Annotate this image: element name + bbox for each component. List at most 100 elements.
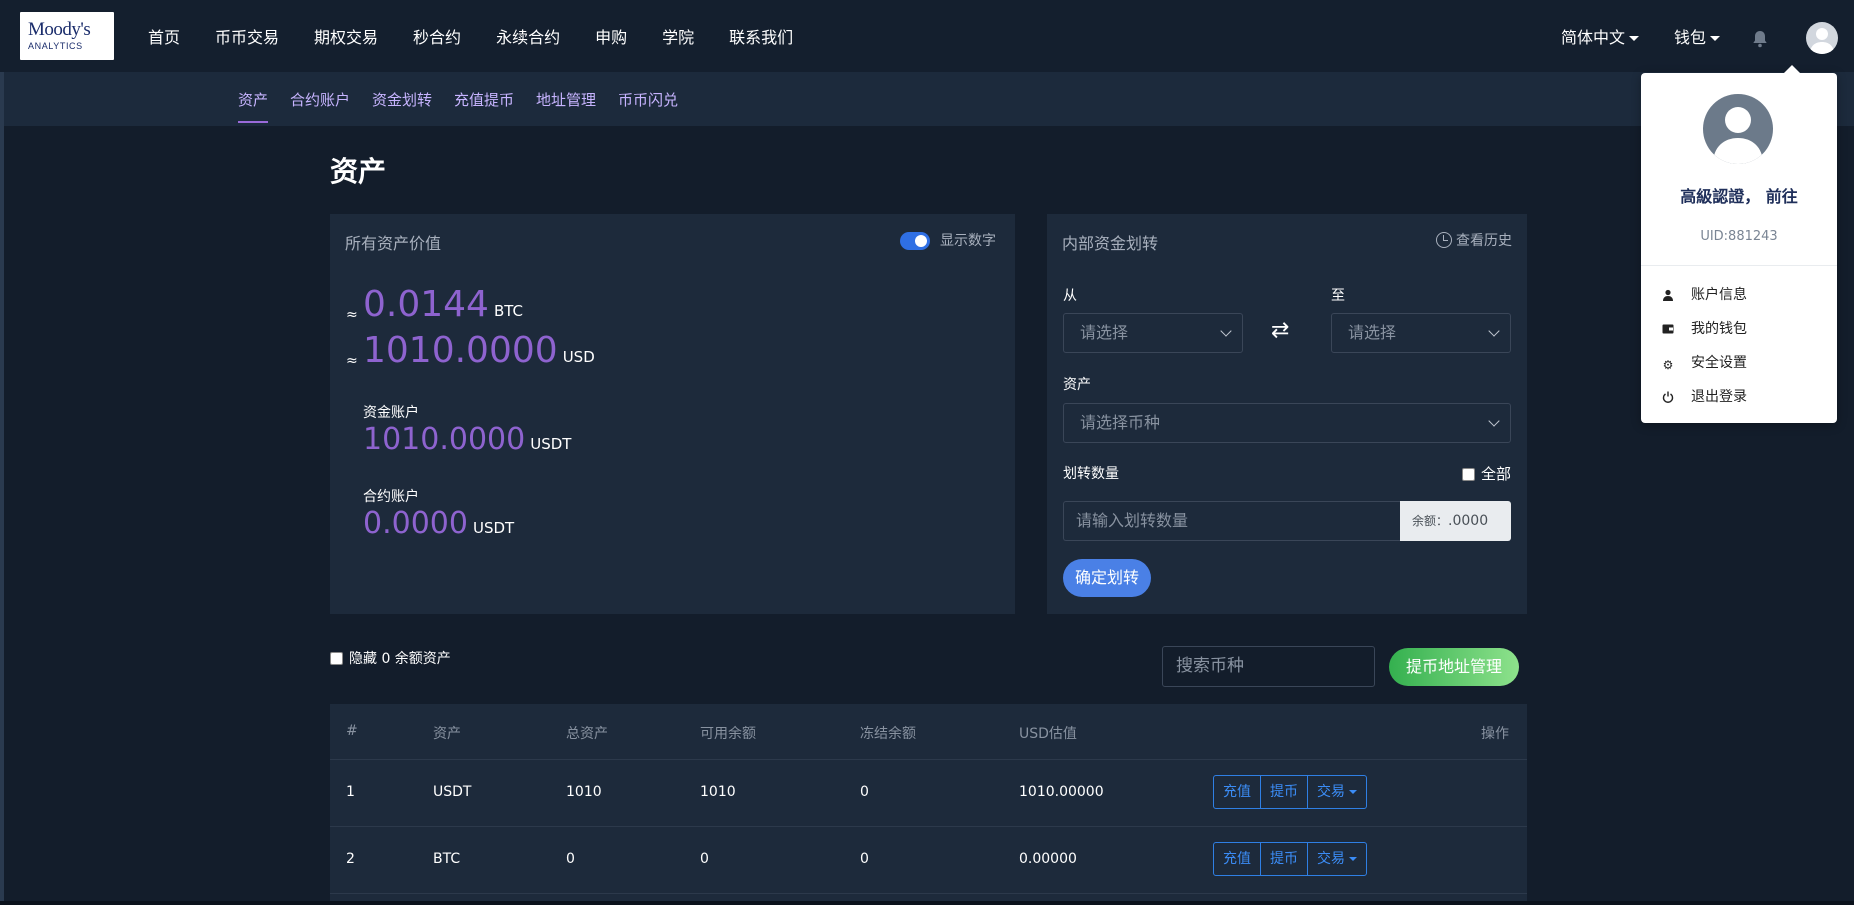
nav-item-home[interactable]: 首页 [148, 24, 180, 48]
wallet-label: 钱包 [1674, 28, 1707, 47]
advanced-verification-link[interactable]: 高級認證， 前往 [1641, 183, 1837, 207]
subnav-item-fund-transfer[interactable]: 资金划转 [372, 89, 432, 110]
fund-account-balance: 1010.0000 USDT [363, 422, 571, 457]
sub-navbar: 资产 合约账户 资金划转 充值提币 地址管理 币币闪兑 [4, 72, 1854, 126]
trade-dropdown-button[interactable]: 交易 [1308, 843, 1366, 875]
view-history-label: 查看历史 [1456, 233, 1512, 249]
btc-total: 0.0144 BTC [363, 284, 523, 325]
menu-item-label: 退出登录 [1691, 389, 1747, 405]
menu-item-label: 账户信息 [1691, 287, 1747, 303]
row-frozen: 0 [860, 851, 869, 867]
asset-select[interactable]: 请选择币种 [1063, 403, 1511, 443]
trade-label: 交易 [1317, 784, 1345, 800]
show-numbers-label: 显示数字 [940, 233, 996, 249]
brand-logo[interactable]: Moody's ANALYTICS [20, 12, 114, 60]
coin-search-input[interactable]: 搜索币种 [1162, 646, 1375, 687]
row-index: 2 [346, 851, 355, 867]
withdraw-button[interactable]: 提币 [1261, 843, 1308, 875]
usd-total-value: 1010.0000 [363, 330, 558, 371]
balance-value: .0000 [1448, 513, 1489, 529]
all-checkbox-wrapper[interactable]: 全部 [1461, 463, 1511, 484]
coin-search-placeholder: 搜索币种 [1176, 656, 1244, 676]
fund-account-unit: USDT [530, 435, 572, 453]
contract-account-balance: 0.0000 USDT [363, 506, 514, 541]
approx-symbol: ≈ [346, 353, 358, 369]
withdraw-address-management-button[interactable]: 提币地址管理 [1389, 648, 1519, 686]
contract-account-label: 合约账户 [363, 489, 419, 505]
nav-item-subscribe[interactable]: 申购 [595, 24, 627, 48]
withdraw-button[interactable]: 提币 [1261, 776, 1308, 808]
transfer-card-title: 内部资金划转 [1062, 234, 1159, 253]
top-navbar: Moody's ANALYTICS 首页 币币交易 期权交易 秒合约 永续合约 … [0, 0, 1854, 72]
deposit-button[interactable]: 充值 [1214, 843, 1261, 875]
menu-item-my-wallet[interactable]: 我的钱包 [1661, 318, 1747, 338]
menu-item-logout[interactable]: 退出登录 [1661, 386, 1747, 406]
swap-arrows-icon[interactable]: ⇄ [1271, 318, 1289, 343]
menu-item-label: 安全设置 [1691, 355, 1747, 371]
assets-table: # 资产 总资产 可用余额 冻结余额 USD估值 操作 1 USDT 1010 … [330, 704, 1527, 905]
caret-down-icon [1349, 857, 1357, 861]
hide-zero-checkbox[interactable] [330, 652, 343, 665]
nav-item-contact[interactable]: 联系我们 [729, 24, 793, 48]
column-header-frozen: 冻结余额 [860, 726, 916, 742]
row-total: 0 [566, 851, 575, 867]
balance-addon: 余额：.0000 [1400, 501, 1511, 541]
from-label: 从 [1063, 288, 1077, 304]
from-account-placeholder: 请选择 [1080, 323, 1129, 342]
subnav-item-address-management[interactable]: 地址管理 [536, 89, 596, 110]
hide-zero-balance[interactable]: 隐藏 0 余额资产 [330, 648, 451, 668]
nav-item-perpetual[interactable]: 永续合约 [496, 24, 560, 48]
table-row: 2 BTC 0 0 0 0.00000 充值 提币 交易 [330, 827, 1527, 894]
menu-item-label: 我的钱包 [1691, 321, 1747, 337]
subnav-item-assets[interactable]: 资产 [238, 89, 269, 123]
bell-icon[interactable] [1752, 30, 1768, 48]
show-numbers-toggle[interactable] [900, 232, 930, 250]
row-available: 1010 [700, 784, 736, 800]
row-actions: 充值 提币 交易 [1213, 842, 1367, 876]
usd-total: 1010.0000 USD [363, 330, 595, 371]
nav-item-academy[interactable]: 学院 [662, 24, 694, 48]
subnav-item-deposit-withdraw[interactable]: 充值提币 [454, 89, 514, 110]
row-asset: USDT [433, 784, 472, 800]
caret-down-icon [1629, 36, 1640, 41]
approx-symbol: ≈ [346, 307, 358, 323]
nav-item-options[interactable]: 期权交易 [314, 24, 378, 48]
contract-account-value: 0.0000 [363, 506, 468, 541]
dropdown-avatar [1703, 94, 1773, 164]
transfer-amount-input[interactable]: 请输入划转数量 [1063, 501, 1400, 541]
deposit-button[interactable]: 充值 [1214, 776, 1261, 808]
page-title: 资产 [330, 155, 387, 188]
trade-dropdown-button[interactable]: 交易 [1308, 776, 1366, 808]
caret-down-icon [1349, 790, 1357, 794]
usd-unit: USD [562, 348, 595, 366]
confirm-transfer-button[interactable]: 确定划转 [1063, 559, 1152, 597]
nav-item-spot[interactable]: 币币交易 [215, 24, 279, 48]
column-header-available: 可用余额 [700, 726, 756, 742]
all-checkbox[interactable] [1461, 468, 1475, 481]
user-avatar[interactable] [1806, 22, 1838, 54]
column-header-asset: 资产 [433, 726, 461, 742]
subnav-item-contract-account[interactable]: 合约账户 [290, 89, 350, 110]
to-account-select[interactable]: 请选择 [1331, 313, 1511, 353]
from-account-select[interactable]: 请选择 [1063, 313, 1243, 353]
row-index: 1 [346, 784, 355, 800]
menu-item-account-info[interactable]: 账户信息 [1661, 284, 1747, 304]
row-usd: 1010.00000 [1019, 784, 1104, 800]
column-header-index: # [346, 723, 358, 739]
nav-item-second-contract[interactable]: 秒合约 [413, 24, 461, 48]
to-account-placeholder: 请选择 [1348, 323, 1397, 342]
wallet-menu[interactable]: 钱包 [1674, 24, 1721, 48]
balance-label: 余额： [1412, 514, 1449, 528]
view-history-link[interactable]: 查看历史 [1436, 230, 1512, 250]
table-row: 1 USDT 1010 1010 0 1010.00000 充值 提币 交易 [330, 760, 1527, 827]
amount-label: 划转数量 [1063, 466, 1119, 482]
fund-account-value: 1010.0000 [363, 422, 526, 457]
row-frozen: 0 [860, 784, 869, 800]
menu-item-security-settings[interactable]: ⚙ 安全设置 [1661, 352, 1747, 372]
subnav-item-flash-swap[interactable]: 币币闪兑 [618, 89, 678, 110]
fund-account-label: 资金账户 [363, 405, 419, 421]
chevron-down-icon [1488, 325, 1500, 337]
hide-zero-label: 隐藏 0 余额资产 [349, 651, 451, 667]
trade-label: 交易 [1317, 851, 1345, 867]
language-selector[interactable]: 简体中文 [1561, 24, 1640, 48]
